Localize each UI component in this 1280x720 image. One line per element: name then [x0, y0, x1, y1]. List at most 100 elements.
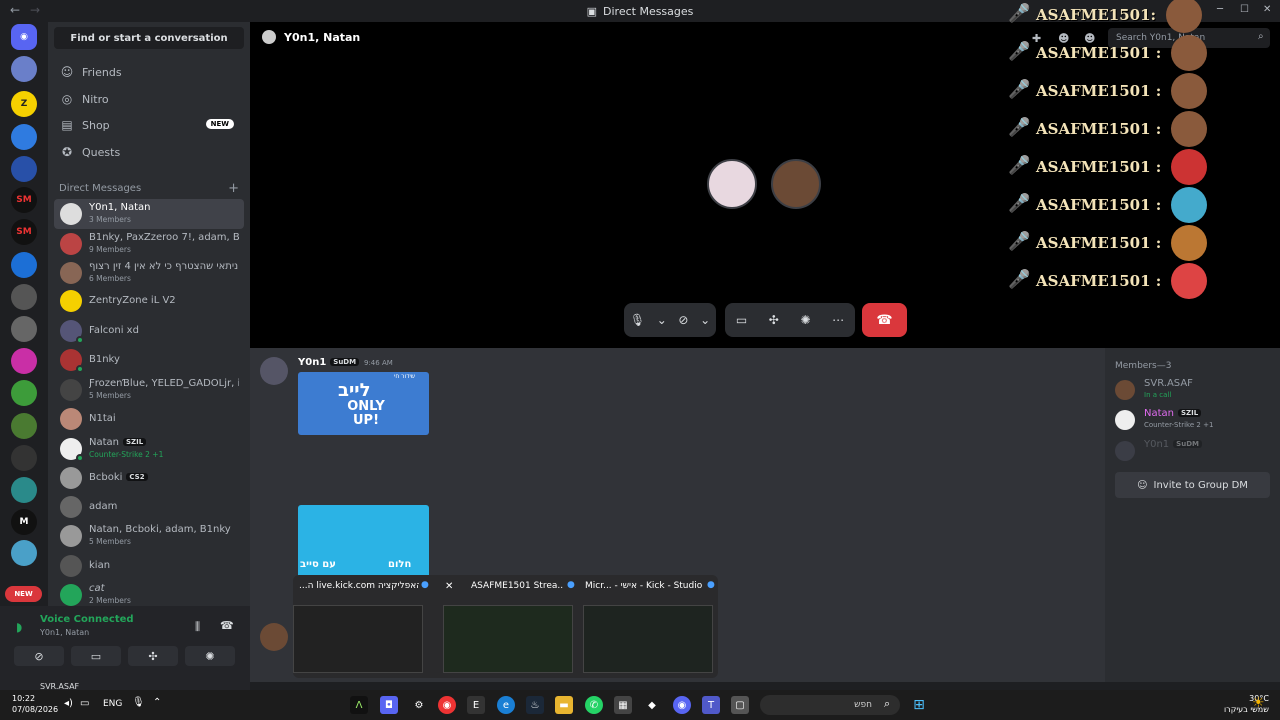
clock[interactable]: 10:22 07/08/2026	[12, 693, 58, 715]
dm-item[interactable]: Y0n1, Natan 3 Members	[54, 199, 244, 229]
server-icon[interactable]	[11, 477, 37, 503]
server-icon[interactable]: Z	[11, 91, 37, 117]
create-dm-plus-icon[interactable]: +	[228, 181, 239, 196]
dm-item[interactable]: Bcboki CS2	[54, 463, 244, 493]
teams-icon[interactable]: T	[702, 696, 720, 714]
more-icon[interactable]: ⋯	[832, 313, 844, 327]
chrome-icon[interactable]: ◉	[438, 696, 456, 714]
windows-start-icon[interactable]: ⊞	[910, 696, 928, 714]
dm-item[interactable]: ƑrozenƁlue, YELED_GADOLjr, it... 5 Member…	[54, 375, 244, 405]
app-icon[interactable]: ◘	[380, 696, 398, 714]
participant-avatar[interactable]	[771, 159, 821, 209]
new-unreads-pill[interactable]: NEW	[5, 586, 42, 602]
soundboard-button[interactable]: ✺	[185, 646, 235, 666]
server-icon[interactable]	[11, 413, 37, 439]
camera-off-icon[interactable]: ⊘	[678, 313, 688, 327]
participant-avatar[interactable]	[707, 159, 757, 209]
settings-icon[interactable]: ⚙	[410, 696, 428, 714]
nav-quests[interactable]: ✪ Quests	[54, 140, 244, 164]
server-icon[interactable]: SM	[11, 187, 37, 213]
server-icon[interactable]	[11, 348, 37, 374]
screenshare-button[interactable]: ▭	[71, 646, 121, 666]
taskbar-search[interactable]: חפש	[760, 695, 900, 715]
chevron-down-icon[interactable]: ⌄	[700, 313, 710, 327]
activity-button[interactable]: ✣	[128, 646, 178, 666]
nav-nitro[interactable]: ◎ Nitro	[54, 87, 244, 111]
server-icon[interactable]	[11, 156, 37, 182]
app-icon[interactable]: Λ	[350, 696, 368, 714]
dm-item[interactable]: N1tai	[54, 404, 244, 434]
member-item[interactable]: Y0n1 SuDM	[1115, 439, 1275, 467]
server-icon[interactable]	[11, 284, 37, 310]
folder-icon[interactable]: ▬	[555, 696, 573, 714]
invite-to-group-dm-button[interactable]: ☺ Invite to Group DM	[1115, 472, 1270, 498]
nav-shop[interactable]: ▤ Shop NEW	[54, 113, 244, 137]
app-icon[interactable]: ◆	[643, 696, 661, 714]
nav-friends[interactable]: ☺ Friends	[54, 60, 244, 84]
guild-tag: SZIL	[123, 438, 147, 446]
window-thumbnail[interactable]: ✕ ASAFME1501 Strea... ●	[439, 575, 579, 678]
disconnect-icon[interactable]: ☎	[220, 619, 234, 632]
close-icon[interactable]: ✕	[445, 581, 453, 592]
network-icon[interactable]: ▭	[80, 698, 89, 709]
soundboard-icon[interactable]: ✺	[800, 313, 810, 327]
message-image[interactable]: שידור חי לייב ONLY UP!	[298, 372, 429, 435]
server-icon[interactable]	[11, 445, 37, 471]
member-status: In a call	[1144, 391, 1172, 399]
dm-item[interactable]: Falconi xd	[54, 316, 244, 346]
window-thumbnail[interactable]: Micr... - אישי - Kick - Studio ●	[579, 575, 719, 678]
server-icon[interactable]	[11, 252, 37, 278]
member-item[interactable]: SVR.ASAF In a call	[1115, 378, 1275, 406]
back-arrow-icon[interactable]: ←	[10, 3, 20, 17]
hang-up-button[interactable]: ☎	[862, 303, 907, 337]
dm-item[interactable]: kian	[54, 551, 244, 581]
server-icon[interactable]	[11, 316, 37, 342]
call-actions[interactable]: ▭ ✣ ✺ ⋯	[725, 303, 855, 337]
server-icon[interactable]	[11, 124, 37, 150]
avatar[interactable]	[260, 623, 288, 651]
activity-icon[interactable]: ✣	[769, 313, 779, 327]
edge-icon[interactable]: e	[497, 696, 515, 714]
server-icon[interactable]	[11, 540, 37, 566]
forward-arrow-icon[interactable]: →	[30, 3, 40, 17]
mic-control[interactable]: 🎙 ⌄ ⊘ ⌄	[624, 303, 716, 337]
steam-icon[interactable]: ♨	[526, 696, 544, 714]
video-button[interactable]: ⊘	[14, 646, 64, 666]
dm-item[interactable]: Natan SZIL Counter-Strike 2 +1	[54, 434, 244, 464]
dm-item[interactable]: וניתאי שהצטרף כי לא אין 4 זין רצוף... 6 M…	[54, 258, 244, 288]
close-icon[interactable]: ✕	[1263, 4, 1271, 15]
maximize-icon[interactable]: ☐	[1240, 4, 1249, 15]
screenshare-icon[interactable]: ▭	[736, 313, 747, 327]
minimize-icon[interactable]: ─	[1217, 4, 1223, 15]
volume-icon[interactable]: ◂)	[64, 698, 73, 709]
server-icon[interactable]	[11, 56, 37, 82]
chevron-up-icon[interactable]: ⌃	[153, 697, 161, 708]
message-author[interactable]: Y0n1 SuDM	[298, 357, 360, 368]
taskview-icon[interactable]: ▢	[731, 696, 749, 714]
find-conversation-button[interactable]: Find or start a conversation	[54, 27, 244, 49]
dm-item[interactable]: adam	[54, 492, 244, 522]
voice-channel[interactable]: Y0n1, Natan	[40, 628, 89, 637]
mic-icon[interactable]: 🎙	[630, 313, 645, 327]
discord-home-icon[interactable]: ◉	[11, 24, 37, 50]
dm-item[interactable]: Natan, Bcboki, adam, B1nky 5 Members	[54, 521, 244, 551]
window-thumbnail[interactable]: ...ה live.kick.com האפליקציה ●	[293, 575, 433, 678]
member-item[interactable]: Natan SZIL Counter-Strike 2 +1	[1115, 408, 1275, 436]
server-icon[interactable]: M	[11, 509, 37, 535]
mic-icon[interactable]: 🎙	[132, 697, 145, 708]
message-image[interactable]: עם סייב חלום	[298, 505, 429, 578]
dm-item[interactable]: ZentryZone iL V2	[54, 286, 244, 316]
dm-item[interactable]: B1nky, PaxZzeroo 7!, adam, Bcb... 9 Membe…	[54, 229, 244, 259]
server-icon[interactable]	[11, 380, 37, 406]
discord-icon[interactable]: ◉	[673, 696, 691, 714]
server-icon[interactable]: SM	[11, 219, 37, 245]
dm-item[interactable]: B1nky	[54, 345, 244, 375]
language-indicator[interactable]: ENG	[103, 699, 122, 709]
epic-icon[interactable]: E	[467, 696, 485, 714]
whatsapp-icon[interactable]: ✆	[585, 696, 603, 714]
chevron-down-icon[interactable]: ⌄	[657, 313, 667, 327]
voice-status: Voice Connected	[40, 614, 134, 625]
noise-suppression-icon[interactable]: ⫼	[195, 620, 200, 634]
store-icon[interactable]: ▦	[614, 696, 632, 714]
avatar[interactable]	[260, 357, 288, 385]
